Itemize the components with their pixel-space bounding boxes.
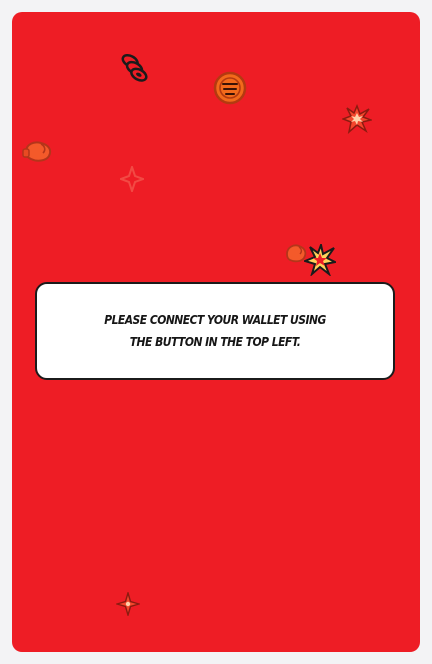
connect-wallet-panel: Please connect your wallet using the but… — [12, 12, 420, 652]
sparkle-star-icon — [116, 592, 140, 616]
faded-sparkle-icon — [120, 166, 144, 192]
connect-wallet-message: Please connect your wallet using the but… — [104, 312, 326, 349]
boxing-glove-icon — [22, 141, 52, 162]
explosion-burst-small-icon — [304, 244, 336, 276]
page-background: Please connect your wallet using the but… — [0, 0, 432, 664]
connect-wallet-message-box: Please connect your wallet using the but… — [35, 282, 395, 380]
spiral-coin-icon — [213, 71, 247, 105]
stacked-coins-icon — [121, 54, 148, 82]
explosion-burst-icon — [342, 104, 372, 134]
